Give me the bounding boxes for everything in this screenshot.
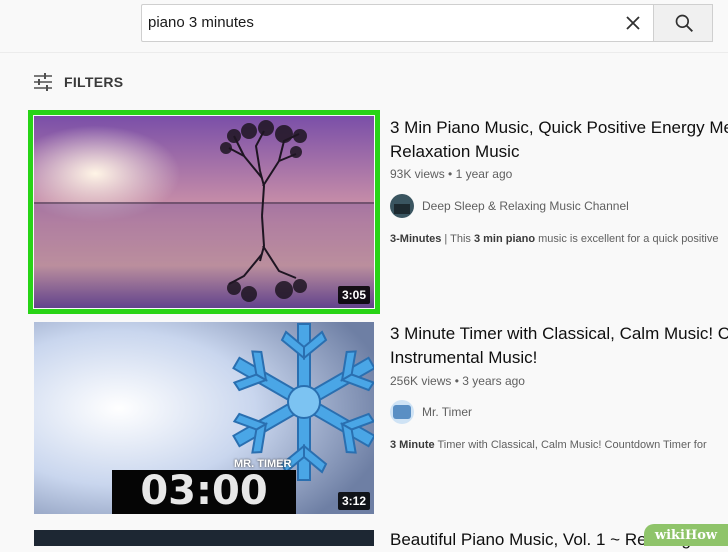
video-title[interactable]: 3 Min Piano Music, Quick Positive Energy… [390,116,728,164]
close-icon [626,16,640,30]
snippet-match: 3 Minute [390,439,435,451]
video-title-line: 3 Minute Timer with Classical, Calm Musi… [390,324,728,343]
video-duration: 3:05 [337,286,370,304]
snippet-match: 3 min piano [473,233,536,245]
snippet-text: | This [441,233,474,245]
snippet-text: music is excellent for a quick positive [535,233,719,245]
video-thumbnail[interactable]: MR. TIMER 03:00 3:12 [34,322,374,514]
video-title-line: Instrumental Music! [390,348,538,367]
video-title-line: 3 Min Piano Music, Quick Positive Energy… [390,118,728,137]
filters-button[interactable]: FILTERS [32,70,123,94]
video-title-line: Relaxation Music [390,142,520,161]
meta-separator: • [448,167,456,181]
top-bar [0,0,728,52]
video-thumbnail[interactable] [34,530,374,546]
header-divider [0,52,728,53]
upload-age: 1 year ago [455,167,513,181]
view-count: 93K views [390,167,445,181]
thumbnail-timer: 03:00 [140,468,268,514]
video-snippet: 3 Minute Timer with Classical, Calm Musi… [390,439,728,451]
thumbnail-image [34,116,374,308]
channel-avatar [390,400,414,424]
video-snippet: 3-Minutes | This 3 min piano music is ex… [390,233,728,245]
video-meta: 256K views • 3 years ago [390,374,525,388]
search-button[interactable] [653,4,713,42]
search-input[interactable] [148,5,588,41]
video-duration: 3:12 [337,492,370,510]
snippet-match: 3-Minutes [390,233,442,245]
search-box[interactable] [141,4,653,42]
channel-link[interactable]: Mr. Timer [390,400,472,424]
snippet-text: Timer with Classical, Calm Music! Countd… [434,439,707,451]
clear-search-button[interactable] [621,11,645,35]
filters-label: FILTERS [64,74,124,90]
upload-age: 3 years ago [462,374,525,388]
channel-avatar [390,194,414,218]
video-title[interactable]: 3 Minute Timer with Classical, Calm Musi… [390,322,728,370]
channel-name: Deep Sleep & Relaxing Music Channel [422,199,629,213]
view-count: 256K views [390,374,452,388]
channel-name: Mr. Timer [422,405,472,419]
video-meta: 93K views • 1 year ago [390,167,512,181]
video-thumbnail[interactable]: 3:05 [34,116,374,308]
sliders-icon [34,73,52,91]
channel-link[interactable]: Deep Sleep & Relaxing Music Channel [390,194,629,218]
watermark: wikiHow [644,524,728,546]
search-icon [675,14,693,32]
